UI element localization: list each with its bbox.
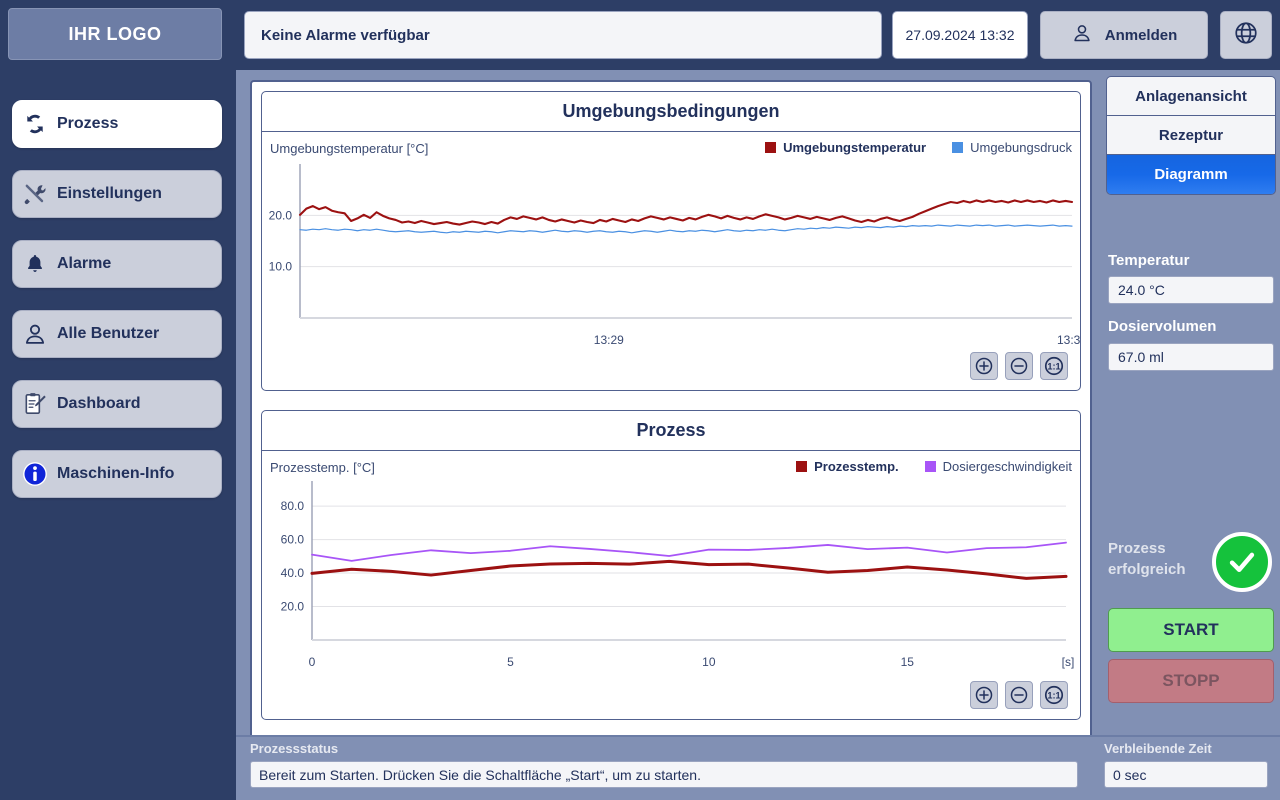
svg-text:0: 0 — [309, 655, 316, 669]
prozessstatus-label: Prozessstatus — [250, 741, 339, 756]
legend-swatch — [796, 461, 808, 472]
chart-card-prozess: Prozess Prozesstemp. [°C] Prozesstemp. D… — [261, 410, 1081, 720]
zoom-in-icon[interactable] — [970, 681, 998, 709]
chart-zoom-controls: 1:1 — [970, 681, 1068, 709]
view-tabs: Anlagenansicht Rezeptur Diagramm — [1106, 76, 1276, 195]
chart-title: Prozess — [262, 411, 1080, 451]
divider — [236, 735, 1280, 737]
sidebar-item-alle-benutzer[interactable]: Alle Benutzer — [12, 310, 222, 358]
datetime-display: 27.09.2024 13:32 — [892, 11, 1028, 59]
language-button[interactable] — [1220, 11, 1272, 59]
verbleibende-zeit-value: 0 sec — [1104, 761, 1268, 788]
clipboard-pencil-icon — [13, 391, 57, 417]
tools-icon — [13, 180, 57, 208]
refresh-cycle-icon — [13, 111, 57, 137]
sidebar-item-prozess[interactable]: Prozess — [12, 100, 222, 148]
sidebar-item-label: Maschinen-Info — [57, 465, 175, 482]
svg-text:20.0: 20.0 — [281, 600, 305, 614]
sidebar-item-label: Prozess — [57, 115, 119, 132]
temperatur-label: Temperatur — [1108, 252, 1190, 269]
legend-label: Umgebungsdruck — [970, 140, 1072, 155]
svg-text:40.0: 40.0 — [281, 566, 305, 580]
user-icon — [1071, 22, 1093, 48]
chart-zoom-controls: 1:1 — [970, 352, 1068, 380]
svg-text:20.0: 20.0 — [269, 208, 293, 222]
sidebar-item-label: Alarme — [57, 255, 112, 272]
process-status-text: Prozess erfolgreich — [1108, 540, 1186, 578]
content-area: Umgebungsbedingungen Umgebungstemperatur… — [236, 70, 1280, 800]
svg-text:15: 15 — [901, 655, 915, 669]
charts-panel: Umgebungsbedingungen Umgebungstemperatur… — [250, 80, 1092, 788]
login-button[interactable]: Anmelden — [1040, 11, 1208, 59]
chart-plot-area[interactable]: 20.0 40.0 60.0 80.0 0 5 10 15 [s] — [262, 477, 1080, 682]
chart-body: Umgebungstemperatur [°C] Umgebungstemper… — [262, 132, 1080, 390]
globe-icon — [1233, 20, 1259, 51]
alarm-status-bar[interactable]: Keine Alarme verfügbar — [244, 11, 882, 59]
verbleibende-zeit-label: Verbleibende Zeit — [1104, 741, 1212, 756]
legend-item[interactable]: Prozesstemp. — [796, 459, 899, 474]
check-circle-icon — [1212, 532, 1272, 592]
sidebar-item-dashboard[interactable]: Dashboard — [12, 380, 222, 428]
sidebar-item-alarme[interactable]: Alarme — [12, 240, 222, 288]
chart-legend: Umgebungstemperatur Umgebungsdruck — [765, 140, 1072, 155]
legend-swatch — [952, 142, 964, 153]
svg-text:1:1: 1:1 — [1047, 362, 1060, 372]
svg-text:80.0: 80.0 — [281, 499, 305, 513]
legend-item[interactable]: Umgebungsdruck — [952, 140, 1072, 155]
zoom-reset-1-1-icon[interactable]: 1:1 — [1040, 681, 1068, 709]
svg-text:10.0: 10.0 — [269, 260, 293, 274]
svg-text:1:1: 1:1 — [1047, 691, 1060, 701]
sidebar-item-label: Einstellungen — [57, 185, 162, 202]
user-icon — [13, 321, 57, 347]
application-window: IHR LOGO Prozess Einstellungen Alarme Al… — [0, 0, 1280, 800]
tab-anlagenansicht[interactable]: Anlagenansicht — [1107, 77, 1275, 116]
svg-text:5: 5 — [507, 655, 514, 669]
temperatur-value[interactable]: 24.0 °C — [1108, 276, 1274, 304]
bell-icon — [13, 252, 57, 276]
zoom-reset-1-1-icon[interactable]: 1:1 — [1040, 352, 1068, 380]
svg-text:13:32: 13:32 — [1057, 333, 1080, 347]
legend-label: Dosiergeschwindigkeit — [942, 459, 1072, 474]
left-sidebar: IHR LOGO Prozess Einstellungen Alarme Al… — [0, 0, 236, 800]
chart-card-umgebungsbedingungen: Umgebungsbedingungen Umgebungstemperatur… — [261, 91, 1081, 391]
svg-text:10: 10 — [702, 655, 716, 669]
sidebar-item-einstellungen[interactable]: Einstellungen — [12, 170, 222, 218]
top-header-bar: Keine Alarme verfügbar 27.09.2024 13:32 … — [236, 0, 1280, 70]
dosiervolumen-label: Dosiervolumen — [1108, 318, 1217, 335]
chart-plot-area[interactable]: 10.0 20.0 13:29 13:32 — [262, 158, 1080, 358]
sidebar-item-maschinen-info[interactable]: Maschinen-Info — [12, 450, 222, 498]
start-button[interactable]: START — [1108, 608, 1274, 652]
dosiervolumen-value[interactable]: 67.0 ml — [1108, 343, 1274, 371]
tab-diagramm[interactable]: Diagramm — [1107, 155, 1275, 194]
y-axis-label: Prozesstemp. [°C] — [270, 460, 375, 475]
bottom-status-bar: Prozessstatus Bereit zum Starten. Drücke… — [236, 735, 1280, 800]
legend-label: Prozesstemp. — [814, 459, 899, 474]
zoom-in-icon[interactable] — [970, 352, 998, 380]
logo: IHR LOGO — [8, 8, 222, 60]
zoom-out-icon[interactable] — [1005, 352, 1033, 380]
tab-rezeptur[interactable]: Rezeptur — [1107, 116, 1275, 155]
legend-swatch — [765, 142, 777, 153]
stop-button[interactable]: STOPP — [1108, 659, 1274, 703]
svg-text:13:29: 13:29 — [594, 333, 624, 347]
login-label: Anmelden — [1104, 26, 1178, 44]
svg-text:60.0: 60.0 — [281, 533, 305, 547]
legend-item[interactable]: Umgebungstemperatur — [765, 140, 926, 155]
info-circle-icon — [13, 460, 57, 488]
chart-legend: Prozesstemp. Dosiergeschwindigkeit — [796, 459, 1072, 474]
right-panel: Anlagenansicht Rezeptur Diagramm Tempera… — [1102, 70, 1280, 800]
legend-item[interactable]: Dosiergeschwindigkeit — [924, 459, 1072, 474]
chart-title: Umgebungsbedingungen — [262, 92, 1080, 132]
sidebar-item-label: Dashboard — [57, 395, 141, 412]
prozessstatus-value: Bereit zum Starten. Drücken Sie die Scha… — [250, 761, 1078, 788]
legend-swatch — [924, 461, 936, 472]
zoom-out-icon[interactable] — [1005, 681, 1033, 709]
y-axis-label: Umgebungstemperatur [°C] — [270, 141, 429, 156]
svg-text:[s]: [s] — [1062, 655, 1075, 669]
legend-label: Umgebungstemperatur — [783, 140, 927, 155]
chart-body: Prozesstemp. [°C] Prozesstemp. Dosierges… — [262, 451, 1080, 719]
sidebar-item-label: Alle Benutzer — [57, 325, 160, 342]
